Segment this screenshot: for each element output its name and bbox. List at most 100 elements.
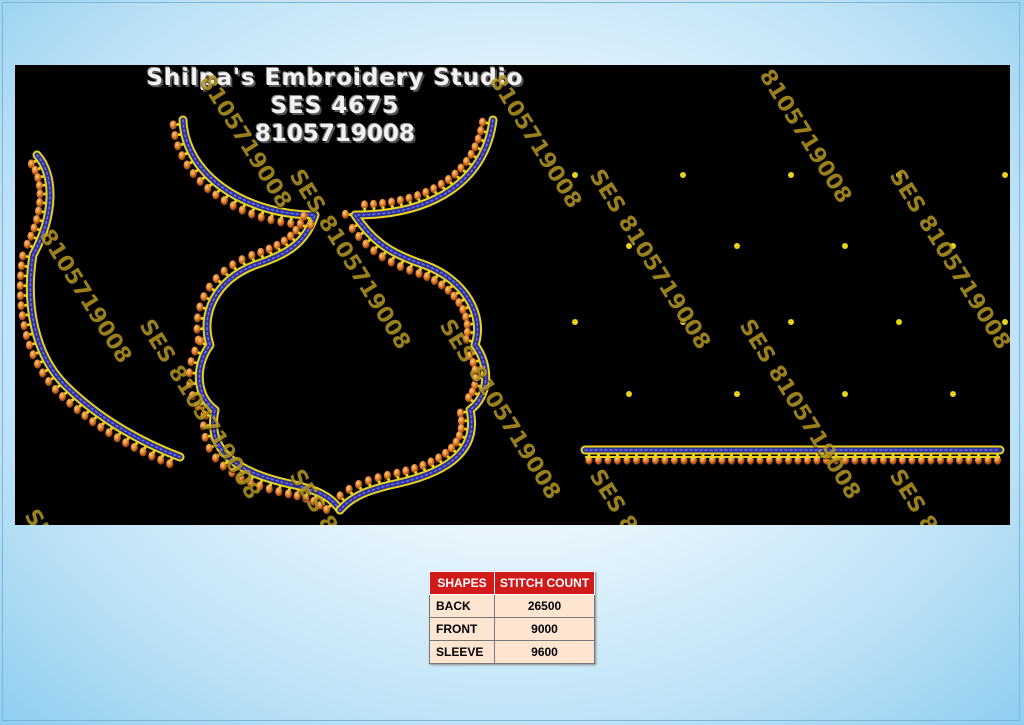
bead <box>25 340 34 350</box>
stitch-dot <box>195 169 199 173</box>
stitch-dot <box>418 267 422 271</box>
stitch-dot <box>218 280 222 284</box>
stitch-dot <box>289 217 293 221</box>
stitch-dot <box>435 275 439 279</box>
stitch-dot <box>463 410 467 414</box>
stitch-dot <box>211 288 215 292</box>
stitch-dot <box>57 384 61 388</box>
stitch-dot <box>78 404 82 408</box>
stitch-dot <box>27 323 31 327</box>
butta-dot <box>896 319 902 325</box>
stitch-dot <box>280 215 284 219</box>
stitch-dot <box>464 427 468 431</box>
stitch-dot <box>42 201 46 205</box>
bead <box>383 470 392 480</box>
bead <box>19 251 27 261</box>
stitch-dot <box>465 306 469 310</box>
stitch-dot <box>341 497 345 501</box>
butta-dot <box>842 243 848 249</box>
butta-dots <box>572 172 1008 397</box>
design-code: SES 4675 <box>270 93 400 119</box>
butta-dot <box>788 319 794 325</box>
bead <box>27 231 35 241</box>
stitch-dot <box>348 213 352 217</box>
stitch-dot <box>409 264 413 268</box>
stitch-dot <box>408 201 412 205</box>
stitch-dot <box>194 361 198 365</box>
design-panel: Shilpa's Embroidery Studio SES 4675 8105… <box>15 65 1010 525</box>
stitch-count-table: SHAPES STITCH COUNT BACK 26500 FRONT 900… <box>429 571 595 664</box>
butta-dot <box>626 391 632 397</box>
stitch-dot <box>400 260 404 264</box>
stitch-dot <box>50 377 54 381</box>
bead <box>393 468 401 478</box>
stitch-dot <box>426 195 430 199</box>
bead <box>20 321 28 331</box>
stitch-dot <box>209 183 213 187</box>
bead <box>23 239 31 249</box>
bead <box>405 193 413 203</box>
bead <box>257 212 265 222</box>
stitch-dot <box>423 468 427 472</box>
stitch-dot <box>33 159 37 163</box>
stitch-dot <box>297 231 301 235</box>
bead <box>29 350 37 360</box>
shape-name: FRONT <box>429 617 495 641</box>
stitch-dot <box>29 332 33 336</box>
butta-dot <box>680 172 686 178</box>
bead <box>196 302 204 312</box>
bead <box>16 291 25 301</box>
stitch-dot <box>468 162 472 166</box>
butta-dot <box>1002 172 1008 178</box>
stitch-dot <box>42 183 46 187</box>
stitch-dot <box>233 200 237 204</box>
stitch-dot <box>455 291 459 295</box>
table-header-row: SHAPES STITCH COUNT <box>429 571 595 595</box>
stitch-count: 26500 <box>494 594 595 618</box>
stitch-dot <box>270 213 274 217</box>
stitch-dot <box>216 189 220 193</box>
bead <box>341 209 350 219</box>
bead <box>33 214 41 225</box>
stitch-dot <box>354 224 358 228</box>
stitch-count: 9600 <box>494 640 595 664</box>
bead <box>396 195 405 206</box>
stitch-dot <box>152 450 156 454</box>
butta-dot <box>842 391 848 397</box>
stitch-dot <box>251 208 255 212</box>
bead <box>36 189 44 199</box>
stitch-dot <box>32 342 36 346</box>
bead <box>36 197 44 208</box>
stitch-dot <box>277 247 281 251</box>
header-stitch-count: STITCH COUNT <box>494 571 595 595</box>
stitch-dot <box>202 306 206 310</box>
bead <box>267 215 275 225</box>
stitch-dot <box>242 204 246 208</box>
studio-name: Shilpa's Embroidery Studio <box>146 65 524 91</box>
stitch-dot <box>23 274 27 278</box>
stitch-dot <box>37 167 41 171</box>
bead <box>178 151 186 161</box>
stitch-dot <box>302 224 306 228</box>
stitch-dot <box>390 205 394 209</box>
stitch-dot <box>359 487 363 491</box>
stitch-dot <box>161 454 165 458</box>
bead <box>187 357 195 367</box>
stitch-dot <box>367 239 371 243</box>
stitch-dot <box>43 192 47 196</box>
stitch-dot <box>377 480 381 484</box>
stitch-dot <box>399 203 403 207</box>
bead <box>33 359 42 369</box>
stitch-dot <box>200 316 204 320</box>
bead <box>34 206 43 216</box>
stitch-dot <box>24 264 28 268</box>
phone-number: 8105719008 <box>254 121 416 147</box>
stitch-dot <box>197 351 201 355</box>
table-row: SLEEVE 9600 <box>429 640 595 664</box>
stitch-dot <box>189 161 193 165</box>
stitch-dot <box>35 351 39 355</box>
stitch-dot <box>242 262 246 266</box>
stitch-dot <box>456 175 460 179</box>
stitch-dot <box>260 255 264 259</box>
stitch-dot <box>126 437 130 441</box>
